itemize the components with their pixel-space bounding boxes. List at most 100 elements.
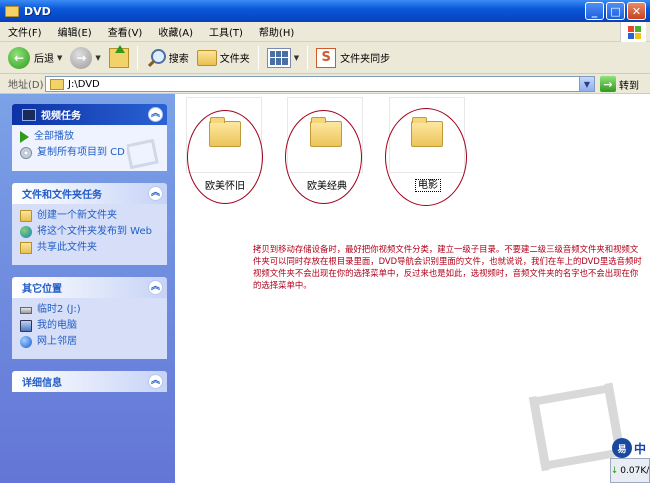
site-logo-icon: 易 [612,438,632,458]
drive-icon [20,307,32,314]
folder-label[interactable]: 电影 [415,176,441,192]
forward-arrow-icon: → [70,46,93,69]
folders-label: 文件夹 [219,54,250,65]
drive-j-link[interactable]: 临时2 (J:) [20,304,159,316]
publish-web-label: 将这个文件夹发布到 Web [37,226,152,237]
folder-sync-label: 文件夹同步 [340,54,391,65]
sync-icon: S [316,47,337,68]
maximize-button[interactable]: □ [606,2,625,20]
address-path: J:\DVD [68,78,100,90]
details-header[interactable]: 详细信息 ︽ [12,371,167,392]
toolbar: ← 后退 ▼ → ▼ 搜索 文件夹 ▼ S 文件夹同步 [0,42,650,74]
collapse-icon[interactable]: ︽ [148,280,163,295]
my-computer-label: 我的电脑 [37,320,77,331]
collapse-icon[interactable]: ︽ [148,107,163,122]
film-icon [22,108,36,121]
back-button[interactable]: ← 后退 ▼ [4,45,66,71]
menu-bar: 文件(F) 编辑(E) 查看(V) 收藏(A) 工具(T) 帮助(H) [0,22,650,42]
computer-icon [20,320,32,332]
search-icon [146,48,166,68]
search-button[interactable]: 搜索 [142,45,193,71]
file-tasks-panel: 文件和文件夹任务 ︽ 创建一个新文件夹 将这个文件夹发布到 Web 共享此文件夹 [12,183,167,265]
window-title: DVD [24,4,51,18]
folder-label[interactable]: 欧美经典 [307,177,347,192]
selected-folder-name: 电影 [415,179,441,192]
search-label: 搜索 [168,54,189,65]
other-places-header[interactable]: 其它位置 ︽ [12,277,167,298]
go-arrow-icon: → [600,76,616,92]
folder-up-icon [108,44,129,68]
address-bar: 地址(D) J:\DVD ▼ → 转到 [0,74,650,94]
network-places-label: 网上邻居 [37,336,77,347]
folder-sync-button[interactable]: S 文件夹同步 [312,45,394,71]
drive-j-label: 临时2 (J:) [37,304,81,315]
address-label: 地址(D) [8,80,44,91]
network-icon [20,336,32,348]
chevron-down-icon[interactable]: ▼ [579,77,594,91]
address-input[interactable]: J:\DVD ▼ [45,76,595,92]
chevron-down-icon[interactable]: ▼ [57,54,62,62]
details-panel: 详细信息 ︽ [12,371,167,392]
menu-favorites[interactable]: 收藏(A) [150,24,201,39]
other-places-title: 其它位置 [22,284,62,295]
network-speed-indicator: ↓ 0.07K/ [610,458,650,483]
language-badge[interactable]: 中 [634,440,646,457]
new-folder-label: 创建一个新文件夹 [37,210,117,221]
close-button[interactable]: ✕ [627,2,646,20]
menu-help[interactable]: 帮助(H) [251,24,302,39]
video-tasks-header[interactable]: 视频任务 ︽ [12,104,167,125]
speed-value: 0.07K/ [620,465,650,476]
toolbar-divider [257,45,259,70]
go-label: 转到 [619,80,639,92]
video-tasks-body: 全部播放 复制所有项目到 CD [12,125,167,171]
back-arrow-icon: ← [8,46,30,69]
chevron-down-icon[interactable]: ▼ [95,54,100,62]
file-tasks-header[interactable]: 文件和文件夹任务 ︽ [12,183,167,204]
download-arrow-icon: ↓ [610,465,619,476]
play-all-label: 全部播放 [34,131,74,142]
menu-edit[interactable]: 编辑(E) [50,24,100,39]
globe-icon [20,226,32,238]
toolbar-divider [136,45,138,70]
share-folder-icon [20,242,32,254]
folder-icon [5,5,19,17]
go-button[interactable]: → 转到 [600,76,639,92]
folders-button[interactable]: 文件夹 [193,45,254,71]
new-folder-link[interactable]: 创建一个新文件夹 [20,210,159,222]
folder-label[interactable]: 欧美怀旧 [205,177,245,192]
my-computer-link[interactable]: 我的电脑 [20,320,159,332]
new-folder-icon [20,210,32,222]
details-title: 详细信息 [22,378,62,389]
folder-icon [50,78,64,90]
video-tasks-title: 视频任务 [41,111,81,122]
views-button[interactable]: ▼ [263,45,303,71]
cd-icon [20,147,32,159]
film-watermark-icon [127,139,159,169]
other-places-panel: 其它位置 ︽ 临时2 (J:) 我的电脑 网上邻居 [12,277,167,359]
window-controls: _ □ ✕ [585,2,646,20]
copy-to-cd-label: 复制所有项目到 CD [37,147,125,158]
windows-logo-icon [620,22,646,42]
up-button[interactable] [105,44,133,71]
menu-tools[interactable]: 工具(T) [201,24,251,39]
menu-file[interactable]: 文件(F) [0,24,50,39]
network-places-link[interactable]: 网上邻居 [20,336,159,348]
other-places-body: 临时2 (J:) 我的电脑 网上邻居 [12,298,167,359]
folders-icon [196,49,217,66]
file-tasks-body: 创建一个新文件夹 将这个文件夹发布到 Web 共享此文件夹 [12,204,167,265]
publish-web-link[interactable]: 将这个文件夹发布到 Web [20,226,159,238]
forward-button[interactable]: → ▼ [66,45,104,71]
annotation-note: 拷贝到移动存储设备时，最好把你视频文件分类，建立一级子目录。不要建二级三级音频文… [253,244,642,290]
collapse-icon[interactable]: ︽ [148,374,163,389]
video-tasks-panel: 视频任务 ︽ 全部播放 复制所有项目到 CD [12,104,167,171]
title-bar[interactable]: DVD _ □ ✕ [0,0,650,22]
share-folder-link[interactable]: 共享此文件夹 [20,242,159,254]
back-label: 后退 [34,54,54,65]
share-folder-label: 共享此文件夹 [37,242,97,253]
chevron-down-icon[interactable]: ▼ [294,54,299,62]
collapse-icon[interactable]: ︽ [148,186,163,201]
minimize-button[interactable]: _ [585,2,604,20]
toolbar-divider [307,45,309,70]
menu-view[interactable]: 查看(V) [100,24,151,39]
file-tasks-title: 文件和文件夹任务 [22,190,102,201]
